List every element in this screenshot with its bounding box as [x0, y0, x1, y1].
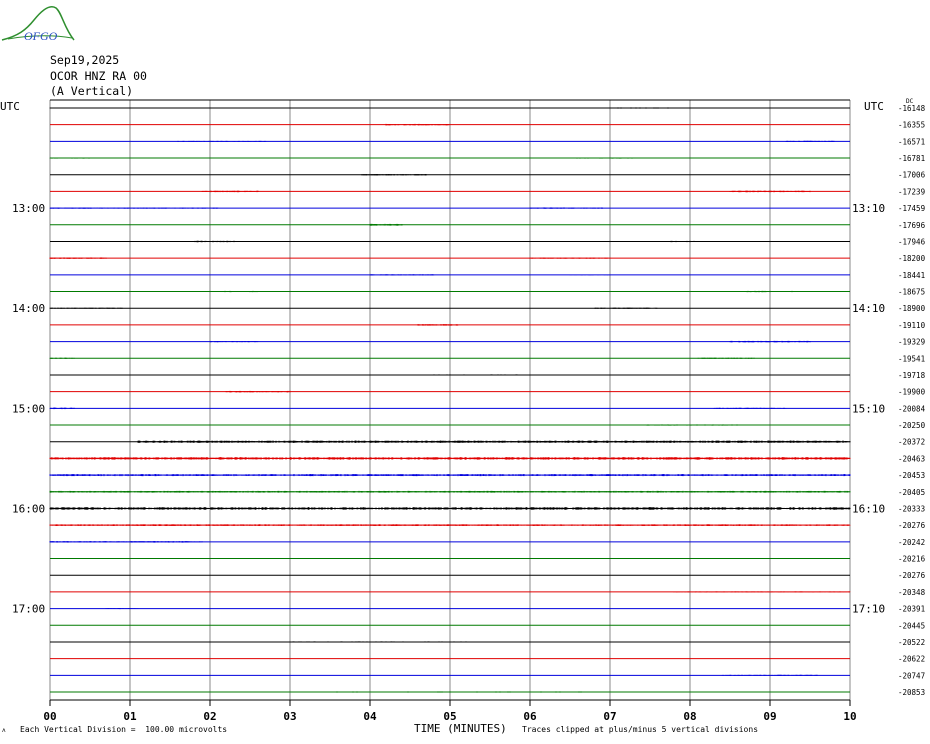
dc-offset-row-33: -20622 [898, 655, 925, 664]
dc-offset-row-30: -20391 [898, 605, 925, 614]
x-tick-label-09: 09 [763, 710, 776, 723]
right-utc-title: UTC [864, 100, 884, 113]
dc-offset-row-10: -18441 [898, 271, 925, 280]
dc-offset-row-12: -18900 [898, 304, 926, 313]
plot-date: Sep19,2025 [50, 53, 120, 67]
trace-burst-row-0-1 [609, 107, 683, 109]
footer-mark: ʌ [2, 727, 6, 734]
dc-offset-row-7: -17696 [898, 221, 926, 230]
right-time-label-1410: 14:10 [852, 302, 885, 315]
trace-burst-row-18-0 [49, 407, 75, 410]
trace-burst-row-9-0 [49, 257, 107, 259]
dc-offset-row-29: -20348 [898, 588, 926, 597]
dc-offset-row-15: -19541 [898, 354, 925, 363]
dc-offset-row-8: -17946 [898, 237, 926, 246]
dc-offset-row-26: -20242 [898, 538, 925, 547]
dc-offset-row-35: -20853 [898, 688, 925, 697]
x-tick-label-06: 06 [523, 710, 537, 723]
left-time-label-1400: 14:00 [12, 302, 45, 315]
right-time-label-1610: 16:10 [852, 502, 885, 515]
x-tick-label-07: 07 [603, 710, 616, 723]
division-note: Each Vertical Division = 100.00 microvol… [20, 725, 228, 734]
dc-offset-row-18: -20084 [898, 404, 926, 413]
trace-burst-row-26-0 [49, 541, 203, 543]
clip-note: Traces clipped at plus/minus 5 vertical … [522, 725, 759, 734]
logo-text: OFGO [24, 29, 58, 43]
dc-offset-row-21: -20463 [898, 454, 925, 463]
dc-offset-row-4: -17006 [898, 171, 926, 180]
trace-burst-row-6-0 [49, 207, 219, 209]
dc-offset-row-23: -20405 [898, 488, 925, 497]
x-tick-label-10: 10 [843, 710, 856, 723]
dc-offset-row-2: -16571 [898, 137, 925, 146]
trace-burst-row-5-1 [729, 190, 811, 193]
trace-burst-row-7-0 [369, 223, 403, 226]
dc-offset-row-17: -19900 [898, 388, 926, 397]
left-time-label-1500: 15:00 [12, 402, 45, 415]
ofgo-logo: OFGO [1, 6, 75, 43]
dc-offset-row-32: -20522 [898, 638, 925, 647]
trace-burst-row-20-0 [137, 440, 851, 443]
trace-burst-row-14-1 [729, 340, 811, 343]
trace-burst-row-21-0 [49, 457, 851, 460]
x-tick-label-03: 03 [283, 710, 296, 723]
dc-offset-row-14: -19329 [898, 338, 925, 347]
left-time-label-1700: 17:00 [12, 603, 45, 616]
grid [49, 99, 851, 706]
trace-burst-row-1-0 [385, 123, 450, 126]
dc-offset-row-1: -16355 [898, 121, 925, 130]
dc-offset-row-13: -19110 [898, 321, 926, 330]
x-tick-label-00: 00 [43, 710, 56, 723]
trace-burst-row-23-0 [49, 490, 851, 493]
dc-offset-row-19: -20250 [898, 421, 926, 430]
right-time-label-1510: 15:10 [852, 402, 885, 415]
dc-offset-row-11: -18675 [898, 288, 925, 297]
seismogram-plot: OFGO 00 01 02 03 04 05 06 07 08 09 10UTC UTC DC13:00… [0, 6, 926, 723]
dc-offset-row-9: -18200 [898, 254, 926, 263]
dc-offset-row-3: -16781 [898, 154, 925, 163]
dc-offset-row-22: -20453 [898, 471, 925, 480]
dc-offset-row-6: -17459 [898, 204, 925, 213]
x-tick-label-02: 02 [203, 710, 216, 723]
dc-offset-row-24: -20333 [898, 504, 925, 513]
dc-offset-row-0: -16148 [898, 104, 926, 113]
trace-burst-row-3-1 [569, 157, 635, 159]
component-label: (A Vertical) [50, 84, 134, 98]
left-time-label-1600: 16:00 [12, 502, 45, 515]
dc-offset-row-20: -20372 [898, 438, 925, 447]
x-tick-label-04: 04 [363, 710, 377, 723]
left-time-label-1300: 13:00 [12, 202, 45, 215]
dc-offset-row-16: -19718 [898, 371, 926, 380]
dc-offset-row-5: -17239 [898, 187, 925, 196]
dc-offset-row-28: -20276 [898, 571, 926, 580]
trace-burst-row-4-0 [361, 173, 427, 176]
x-tick-label-08: 08 [683, 710, 696, 723]
dc-offset-row-31: -20445 [898, 621, 925, 630]
trace-burst-row-17-0 [225, 390, 291, 393]
dc-offset-row-27: -20216 [898, 555, 926, 564]
trace-burst-row-16-0 [433, 374, 547, 376]
trace-burst-row-10-1 [569, 274, 611, 276]
right-time-label-1710: 17:10 [852, 603, 885, 616]
x-axis-title: TIME (MINUTES) [414, 722, 507, 735]
left-utc-title: UTC [0, 100, 20, 113]
dc-offset-row-25: -20276 [898, 521, 926, 530]
right-time-label-1310: 13:10 [852, 202, 885, 215]
station-name: OCOR HNZ RA 00 [50, 69, 147, 83]
trace-burst-row-13-0 [417, 324, 459, 326]
dc-offset-row-34: -20747 [898, 671, 925, 680]
x-tick-label-01: 01 [123, 710, 137, 723]
trace-burst-row-8-0 [193, 240, 235, 243]
